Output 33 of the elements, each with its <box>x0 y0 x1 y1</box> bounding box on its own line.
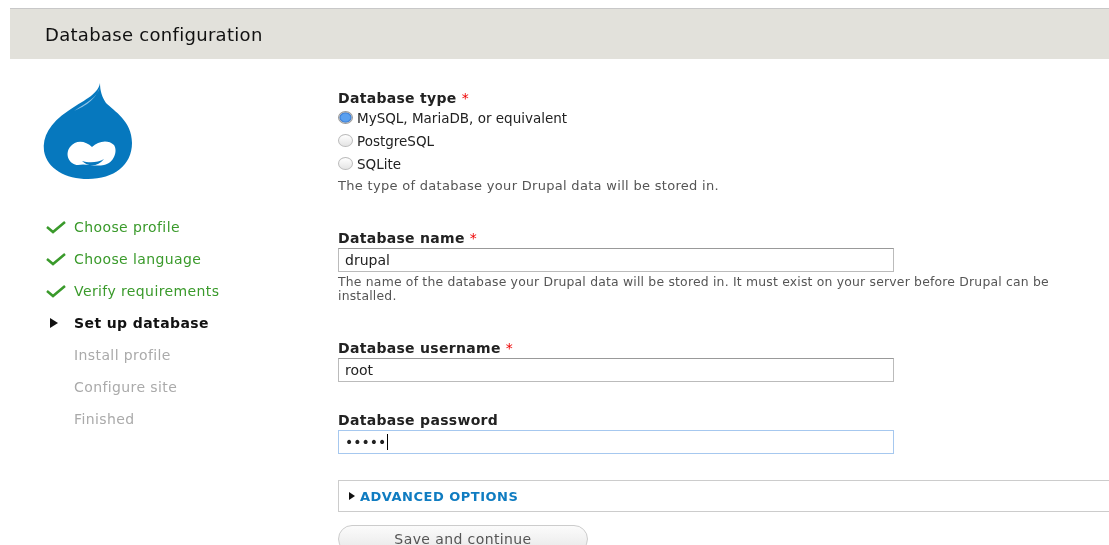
check-icon <box>46 252 66 266</box>
radio-label[interactable]: SQLite <box>357 155 402 172</box>
field-label: Database name <box>338 230 465 246</box>
step-label: Finished <box>74 411 135 427</box>
radio-button[interactable] <box>338 111 353 124</box>
field-label: Database password <box>338 412 499 428</box>
radio-label[interactable]: MySQL, MariaDB, or equivalent <box>357 109 568 126</box>
radio-button[interactable] <box>338 157 353 170</box>
step-label: Set up database <box>74 315 209 331</box>
step-label: Verify requirements <box>74 283 220 299</box>
triangle-icon <box>50 318 58 328</box>
check-icon <box>46 284 66 298</box>
step-label: Choose profile <box>74 219 180 235</box>
field-description: The name of the database your Drupal data will be stored in. It must exist on your server before Drupal can be installed. <box>338 275 1050 303</box>
field-label: Database type <box>338 90 457 106</box>
input-field[interactable]: root <box>338 358 894 382</box>
save-button[interactable]: Save and continue <box>338 525 588 545</box>
step-label: Choose language <box>74 251 202 267</box>
radio-label[interactable]: PostgreSQL <box>357 132 435 149</box>
step-label: Configure site <box>74 379 178 395</box>
field-label: Database username <box>338 340 501 356</box>
field-description: The type of database your Drupal data will be stored in. <box>338 179 720 193</box>
step-label: Install profile <box>74 347 171 363</box>
required-mark: * <box>461 90 469 106</box>
radio-button[interactable] <box>338 134 353 147</box>
check-icon <box>46 220 66 234</box>
advanced-options-toggle[interactable]: ADVANCED OPTIONS <box>349 488 519 504</box>
page-title: Database configuration <box>45 23 263 45</box>
input-field[interactable]: ••••• <box>338 430 894 454</box>
required-mark: * <box>469 230 477 246</box>
required-mark: * <box>505 340 513 356</box>
input-field[interactable]: drupal <box>338 248 894 272</box>
triangle-icon <box>349 492 355 500</box>
